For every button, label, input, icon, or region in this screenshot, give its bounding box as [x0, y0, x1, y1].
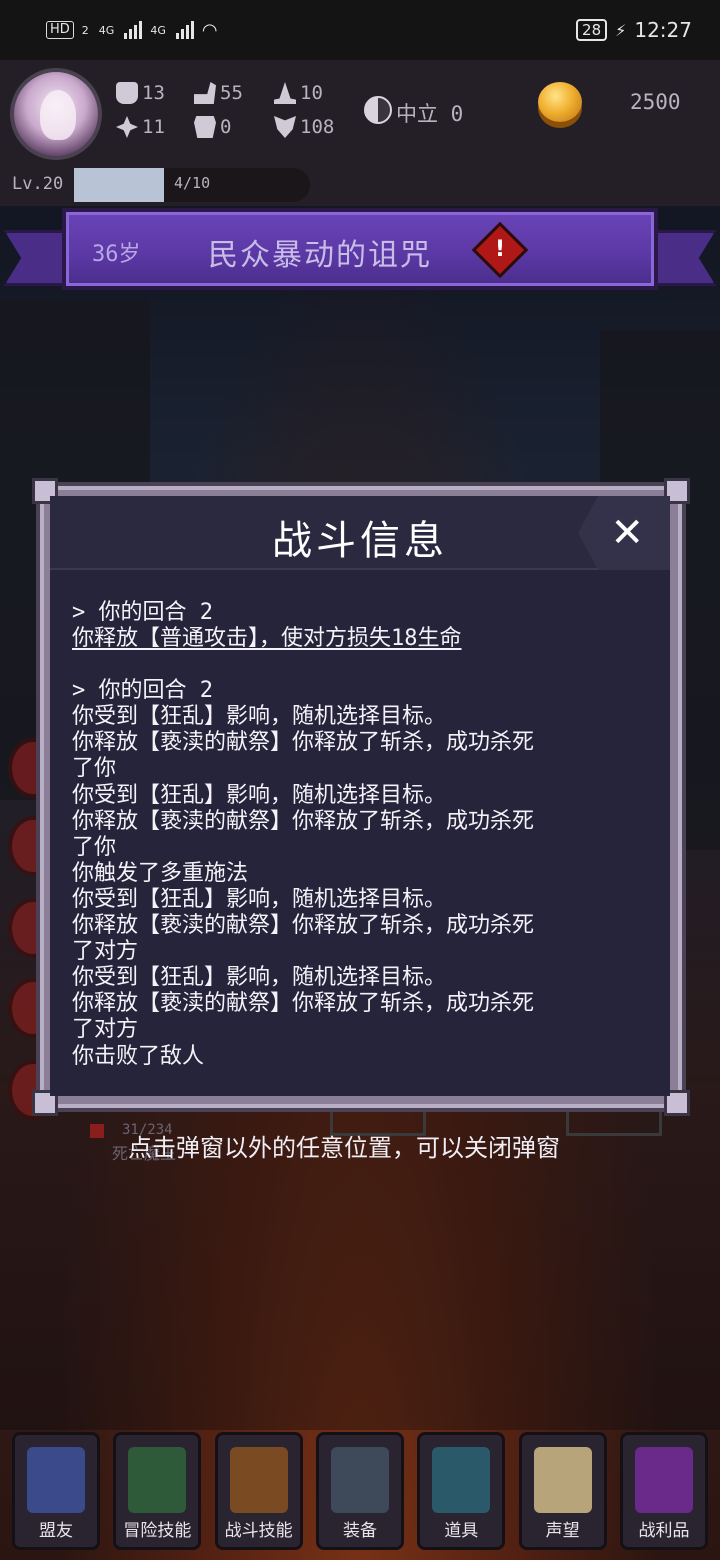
gold-amount: 2500 — [630, 90, 681, 114]
network-type-2: 4G — [150, 23, 166, 37]
battle-log: > 你的回合 2 你释放【普通攻击】，使对方损失18生命 > 你的回合 2 你受到【狂… — [72, 600, 652, 1070]
battle-log-line: 你释放【亵渎的献祭】你释放了斩杀，成功杀死 — [72, 730, 535, 756]
battle-log-line: 你释放【普通攻击】，使对方损失18生命 — [72, 626, 462, 652]
dialog-title: 战斗信息 — [272, 518, 448, 564]
battle-log-line: 了你 — [72, 834, 117, 860]
adventure-book-icon — [128, 1447, 187, 1513]
wings-icon — [274, 116, 296, 138]
battle-log-line: 你释放【亵渎的献祭】你释放了斩杀，成功杀死 — [72, 991, 535, 1017]
nav-item-label: 盟友 — [39, 1521, 73, 1541]
warning-symbol: ! — [494, 237, 506, 262]
stat-spirit-value: 108 — [300, 116, 335, 138]
wizard-hat-icon — [274, 82, 296, 104]
treasure-chest-icon — [634, 1447, 693, 1513]
alignment: 中立 0 — [396, 98, 463, 128]
battle-log-line: 你释放【亵渎的献祭】你释放了斩杀，成功杀死 — [72, 913, 535, 939]
signal-icon-2 — [175, 21, 194, 39]
nav-item-label: 冒险技能 — [123, 1521, 192, 1541]
battle-log-line: 你触发了多重施法 — [72, 860, 249, 886]
wifi-icon: ◠ — [201, 19, 218, 41]
battle-log-line: 了对方 — [72, 1017, 139, 1043]
battle-log-line: > 你的回合 2 — [72, 600, 213, 625]
stat-defense-value: 0 — [220, 116, 232, 138]
charging-icon: ⚡ — [615, 20, 627, 40]
close-hint: 点击弹窗以外的任意位置，可以关闭弹窗 — [128, 1134, 560, 1162]
curse-title: 民众暴动的诅咒 — [208, 238, 432, 273]
system-status-bar: HD 2 4G 4G ◠ 28 ⚡ 12:27 — [0, 0, 720, 60]
xp-bar-fill — [74, 168, 164, 202]
battle-log-line: 你受到【狂乱】影响，随机选择目标。 — [72, 965, 447, 991]
nav-item[interactable]: 战斗技能 — [214, 1432, 303, 1550]
signal-icon — [124, 21, 143, 39]
battle-log-line: > 你的回合 2 — [72, 678, 213, 704]
nav-item[interactable]: 冒险技能 — [113, 1432, 202, 1550]
event-banner[interactable]: 36岁 民众暴动的诅咒 ! — [62, 208, 658, 290]
boot-icon — [194, 82, 216, 104]
battle-log-line: 你释放【亵渎的献祭】你释放了斩杀，成功杀死 — [72, 808, 535, 834]
battery-level: 28 — [576, 19, 608, 41]
fist-icon — [116, 82, 138, 104]
battle-log-line: 了对方 — [72, 939, 139, 965]
battle-info-dialog: 战斗信息 ✕ > 你的回合 2 你释放【普通攻击】，使对方损失18生命 > 你的回合… — [50, 496, 670, 1096]
sim-index: 2 — [81, 23, 89, 37]
stat-defense: 0 — [194, 116, 231, 138]
scroll-icon — [533, 1447, 592, 1513]
nav-item-label: 战斗技能 — [224, 1521, 293, 1541]
stat-agility-value: 55 — [220, 82, 243, 104]
warning-icon[interactable]: ! — [471, 221, 529, 279]
pouch-icon — [432, 1447, 491, 1513]
age-label: 36岁 — [92, 242, 141, 267]
battle-log-line — [72, 652, 652, 678]
armor-icon — [194, 116, 216, 138]
battle-log-line: 了你 — [72, 756, 117, 782]
nav-item-label: 装备 — [342, 1521, 377, 1541]
battle-log-line: 你受到【狂乱】影响，随机选择目标。 — [72, 704, 447, 730]
nav-item[interactable]: 装备 — [315, 1432, 404, 1550]
battle-log-line: 你击败了敌人 — [72, 1043, 205, 1069]
xp-text: 4/10 — [174, 174, 211, 192]
hd-badge: HD — [46, 21, 74, 39]
alignment-value: 中立 0 — [396, 102, 464, 126]
nav-item[interactable]: 战利品 — [619, 1432, 708, 1550]
gold-coin-icon — [538, 82, 582, 122]
ally-icon — [27, 1447, 85, 1513]
yin-yang-icon — [364, 96, 392, 124]
nav-item[interactable]: 声望 — [518, 1432, 607, 1550]
backpack-icon — [229, 1447, 288, 1513]
crossed-swords-icon — [330, 1447, 389, 1513]
stat-agility: 55 — [194, 82, 243, 104]
clover-icon — [116, 116, 138, 138]
nav-item[interactable]: 盟友 — [12, 1432, 100, 1550]
clock: 12:27 — [634, 18, 692, 42]
nav-item-label: 道具 — [444, 1521, 479, 1541]
player-level: Lv.20 — [12, 174, 64, 194]
gold-value: 2500 — [630, 90, 681, 114]
nav-item[interactable]: 道具 — [417, 1432, 506, 1550]
stat-luck-value: 11 — [142, 116, 165, 138]
stat-magic-value: 10 — [300, 82, 323, 104]
bottom-nav: 盟友 冒险技能 战斗技能 装备 道具 声望 战利品 — [0, 1432, 720, 1560]
close-icon[interactable]: ✕ — [610, 513, 644, 553]
stat-strength-value: 13 — [142, 82, 165, 104]
nav-item-label: 声望 — [545, 1521, 580, 1541]
network-type-1: 4G — [98, 23, 115, 37]
stat-spirit: 108 — [274, 116, 334, 138]
stat-magic: 10 — [274, 82, 323, 104]
player-avatar[interactable] — [10, 68, 102, 160]
nav-item-label: 战利品 — [638, 1521, 690, 1541]
stat-luck: 11 — [116, 116, 165, 138]
stat-strength: 13 — [116, 82, 165, 104]
battle-log-line: 你受到【狂乱】影响，随机选择目标。 — [72, 782, 447, 808]
battle-log-line: 你受到【狂乱】影响，随机选择目标。 — [72, 886, 447, 912]
